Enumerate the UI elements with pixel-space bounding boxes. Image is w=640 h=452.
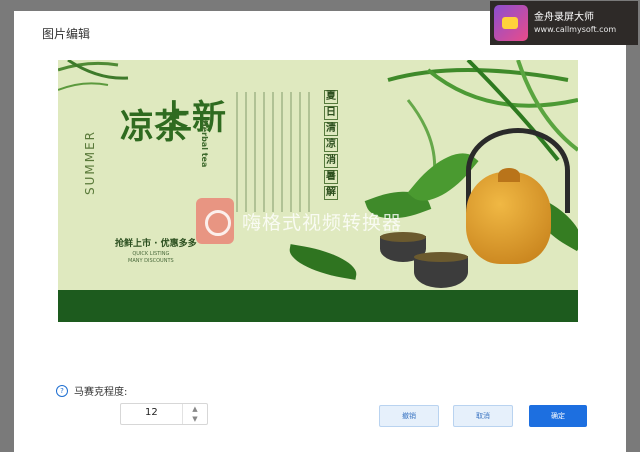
stepper-arrows: ▲ ▼	[182, 404, 207, 424]
confirm-button[interactable]: 确定	[529, 405, 587, 427]
help-icon[interactable]: ?	[56, 384, 68, 397]
image-preview: SUMMER 凉茶 上新 Herbal tea 抢鲜上市 · 优惠多多 QUIC…	[58, 60, 578, 322]
dialog-title: 图片编辑	[42, 27, 91, 41]
recorder-name: 金舟录屏大师	[534, 11, 594, 23]
cancel-button[interactable]: 取消	[453, 405, 513, 427]
mosaic-setting: ? 马赛克程度:	[56, 383, 127, 398]
recorder-url: www.callmysoft.com	[534, 24, 617, 34]
decorative-text-columns	[236, 92, 314, 212]
watermark-logo-icon	[196, 198, 234, 244]
mosaic-stepper[interactable]: 12 ▲ ▼	[120, 403, 208, 425]
banner-bottom-band	[58, 290, 578, 322]
watermark: 嗨格式视频转换器	[196, 198, 402, 244]
summer-text: SUMMER	[83, 130, 97, 196]
camera-logo-icon	[494, 5, 528, 41]
banner-tagline: 抢鲜上市 · 优惠多多	[115, 239, 197, 249]
mosaic-value[interactable]: 12	[145, 407, 158, 418]
teapot	[466, 172, 551, 264]
tea-cup	[414, 252, 468, 288]
banner-tagline-sub: QUICK LISTING MANY DISCOUNTS	[128, 251, 174, 264]
leaf-shape	[286, 244, 360, 280]
herbal-tea-text: Herbal tea	[200, 120, 209, 168]
undo-button[interactable]: 撤销	[379, 405, 439, 427]
image-edit-dialog: 图片编辑 SUMMER 凉茶 上新 Herbal tea 抢鲜上市 · 优惠多多…	[14, 11, 626, 452]
chevron-down-icon[interactable]: ▼	[183, 414, 207, 424]
teapot-lid	[498, 168, 520, 182]
screen-recorder-watermark: 金舟录屏大师 www.callmysoft.com	[490, 1, 638, 45]
mosaic-label: 马赛克程度:	[74, 387, 128, 398]
watermark-text: 嗨格式视频转换器	[242, 211, 403, 234]
chevron-up-icon[interactable]: ▲	[183, 404, 207, 414]
vertical-slogan: 夏 日 清 凉 消 暑 解	[324, 90, 338, 200]
banner-title-2: 上新	[158, 98, 226, 138]
